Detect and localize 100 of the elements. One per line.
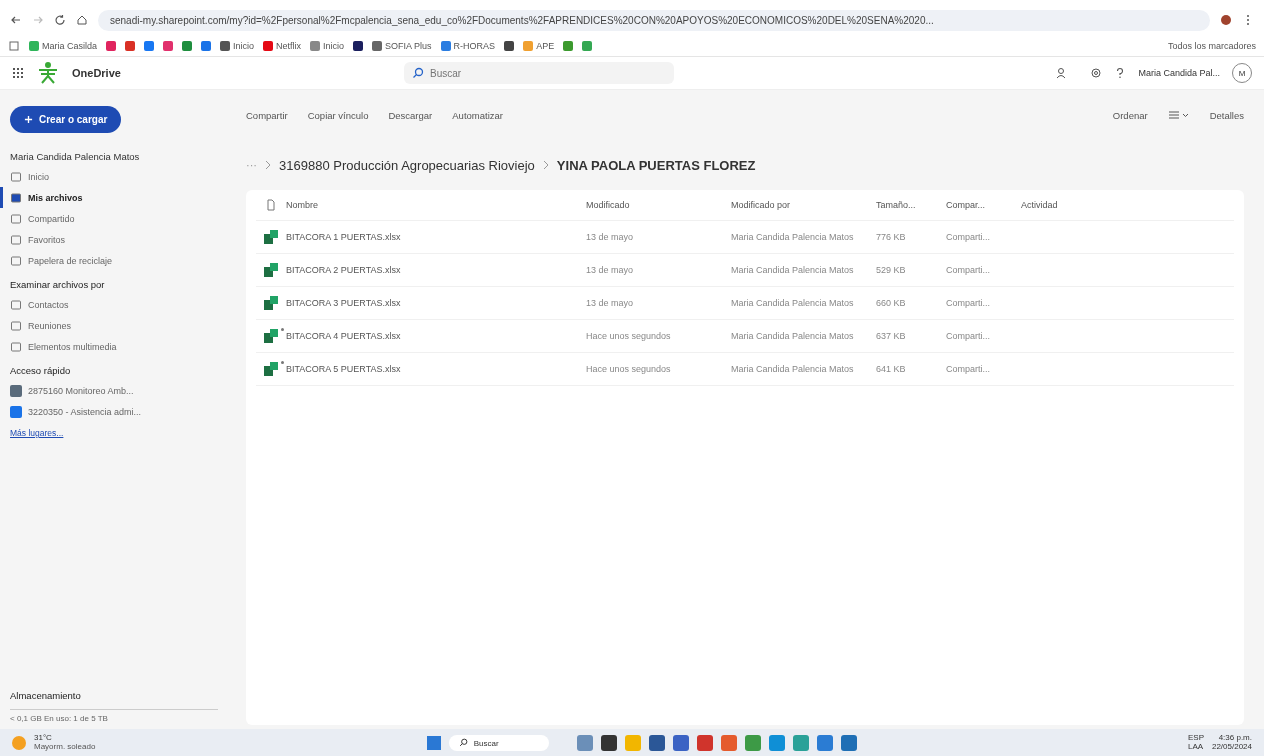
- section-heading: Examinar archivos por: [10, 279, 106, 290]
- view-options-icon[interactable]: [1167, 109, 1190, 121]
- table-cell-text: Hace unos segundos: [586, 331, 672, 341]
- bookmark[interactable]: Inicio: [220, 41, 255, 51]
- breadcrumb-item[interactable]: YINA PAOLA PUERTAS FLOREZ: [556, 157, 756, 173]
- column-header[interactable]: Nombre: [286, 200, 586, 210]
- back-icon[interactable]: [10, 14, 22, 26]
- table-cell-text: 13 de mayo: [586, 298, 635, 308]
- nav-icon: [10, 212, 22, 225]
- file-name[interactable]: BITACORA 4 PUERTAS.xlsx: [286, 331, 586, 341]
- column-header[interactable]: Modificado: [586, 200, 731, 210]
- sharing-status[interactable]: Comparti...: [946, 364, 1021, 374]
- start-icon[interactable]: [426, 735, 441, 750]
- nav-item[interactable]: Reuniones: [10, 315, 218, 336]
- table-cell-text: 641 KB: [876, 364, 907, 374]
- settings-icon[interactable]: [1090, 67, 1103, 79]
- bookmark[interactable]: APE: [523, 41, 555, 51]
- nav-item[interactable]: Inicio: [10, 166, 218, 187]
- storage-text: < 0,1 GB En uso: 1 de 5 TB: [10, 714, 109, 723]
- app-launcher-icon[interactable]: [12, 67, 24, 79]
- temperature[interactable]: 31°C: [34, 733, 96, 743]
- table-cell-text: 529 KB: [876, 265, 907, 275]
- sort-button[interactable]: Ordenar: [1112, 109, 1148, 121]
- sharing-status[interactable]: Comparti...: [946, 298, 1021, 308]
- table-cell-text: Maria Candida Palencia Matos: [731, 364, 855, 374]
- column-header[interactable]: Compar...: [946, 200, 1021, 210]
- nav-icon: [10, 298, 22, 311]
- nav-icon: [10, 319, 22, 332]
- bookmark[interactable]: Maria Casilda: [29, 41, 98, 51]
- spreadsheet-icon: [263, 361, 279, 377]
- reload-icon[interactable]: [54, 14, 66, 26]
- breadcrumb-item[interactable]: 3169880 Producción Agropecuarias Rioviejo: [279, 157, 535, 173]
- nav-icon: [10, 340, 22, 353]
- bookmark[interactable]: Inicio: [310, 41, 345, 51]
- file-name[interactable]: BITACORA 5 PUERTAS.xlsx: [286, 364, 586, 374]
- column-header[interactable]: Actividad: [1021, 200, 1081, 210]
- table-cell-text: Maria Candida Palencia Matos: [731, 298, 855, 308]
- spreadsheet-icon: [263, 229, 279, 245]
- table-cell-text: Maria Candida Palencia Matos: [731, 265, 855, 275]
- sharing-status[interactable]: Comparti...: [946, 265, 1021, 275]
- all-bookmarks[interactable]: Todos los marcadores: [1167, 41, 1256, 51]
- address-bar[interactable]: senadi-my.sharepoint.com/my?id=%2Fpersonal%2Fmcpalencia_sena_edu_co%2FDocuments%2FAPRENDICES%20CON%20APOYOS%20ECONOMICOS%20DEL%20SENA%2020...: [98, 9, 1210, 31]
- toolbar-button[interactable]: Automatizar: [452, 109, 503, 121]
- plus-icon: [24, 115, 33, 124]
- app-name: OneDrive: [72, 67, 122, 79]
- clock-time[interactable]: 4:36 p.m.: [1218, 733, 1252, 743]
- sharing-status[interactable]: Comparti...: [946, 331, 1021, 341]
- file-type-icon: [265, 199, 277, 211]
- clock-date[interactable]: 22/05/2024: [1211, 742, 1252, 752]
- nav-item[interactable]: Contactos: [10, 294, 218, 315]
- apps-icon[interactable]: [8, 40, 20, 52]
- table-cell-text: Maria Candida Palencia Matos: [731, 232, 855, 242]
- weather-icon: [12, 735, 26, 750]
- table-cell-text: 660 KB: [876, 298, 907, 308]
- logo-icon: [36, 61, 60, 85]
- table-cell-text: Hace unos segundos: [586, 364, 672, 374]
- app-icon[interactable]: [672, 734, 689, 751]
- language[interactable]: ESP: [1187, 733, 1204, 743]
- bookmark[interactable]: Netflix: [263, 41, 302, 51]
- nav-item[interactable]: Elementos multimedia: [10, 336, 218, 357]
- column-header[interactable]: Tamaño...: [876, 200, 946, 210]
- quick-access-item[interactable]: 2875160 Monitoreo Amb...: [10, 380, 218, 401]
- toolbar-button[interactable]: Compartir: [246, 109, 288, 121]
- search-field[interactable]: Buscar: [404, 62, 674, 84]
- quick-access-item[interactable]: 3220350 - Asistencia admi...: [10, 401, 218, 422]
- chevron-icon: [542, 160, 549, 170]
- nav-item[interactable]: Compartido: [10, 208, 218, 229]
- nav-item[interactable]: Papelera de reciclaje: [10, 250, 218, 271]
- file-name[interactable]: BITACORA 1 PUERTAS.xlsx: [286, 232, 586, 242]
- bookmark-icon[interactable]: [504, 41, 515, 51]
- owner-name: Maria Candida Palencia Matos: [10, 151, 141, 162]
- file-name[interactable]: BITACORA 2 PUERTAS.xlsx: [286, 265, 586, 275]
- keyboard-layout[interactable]: LAA: [1187, 742, 1204, 752]
- bookmark-icon[interactable]: [353, 41, 364, 51]
- weather-text[interactable]: Mayorm. soleado: [34, 742, 96, 752]
- app-icon[interactable]: [648, 734, 665, 751]
- bookmark[interactable]: R-HORAS: [440, 41, 496, 51]
- user-name[interactable]: Maria Candida Pal...: [1138, 68, 1220, 78]
- more-places-link[interactable]: Más lugares...: [10, 428, 64, 438]
- toolbar-button[interactable]: Descargar: [388, 109, 433, 121]
- nav-item[interactable]: Mis archivos: [0, 187, 218, 208]
- home-icon[interactable]: [76, 14, 88, 26]
- bookmark[interactable]: SOFIA Plus: [372, 41, 432, 51]
- taskbar-search[interactable]: Buscar: [448, 734, 549, 751]
- nav-item[interactable]: Favoritos: [10, 229, 218, 250]
- details-button[interactable]: Detalles: [1209, 109, 1244, 121]
- file-name[interactable]: BITACORA 3 PUERTAS.xlsx: [286, 298, 586, 308]
- table-cell-text: 13 de mayo: [586, 232, 635, 242]
- toolbar-button[interactable]: Copiar vínculo: [307, 109, 369, 121]
- sharing-status[interactable]: Comparti...: [946, 232, 1021, 242]
- column-header[interactable]: Modificado por: [731, 200, 876, 210]
- spreadsheet-icon: [263, 262, 279, 278]
- profile-icon[interactable]: [1220, 14, 1232, 26]
- table-cell-text: 637 KB: [876, 331, 907, 341]
- nav-icon: [10, 254, 22, 267]
- app-icon[interactable]: [600, 734, 617, 751]
- spreadsheet-icon: [263, 328, 279, 344]
- spreadsheet-icon: [263, 295, 279, 311]
- table-cell-text: Maria Candida Palencia Matos: [731, 331, 855, 341]
- create-button[interactable]: Crear o cargar: [10, 106, 122, 133]
